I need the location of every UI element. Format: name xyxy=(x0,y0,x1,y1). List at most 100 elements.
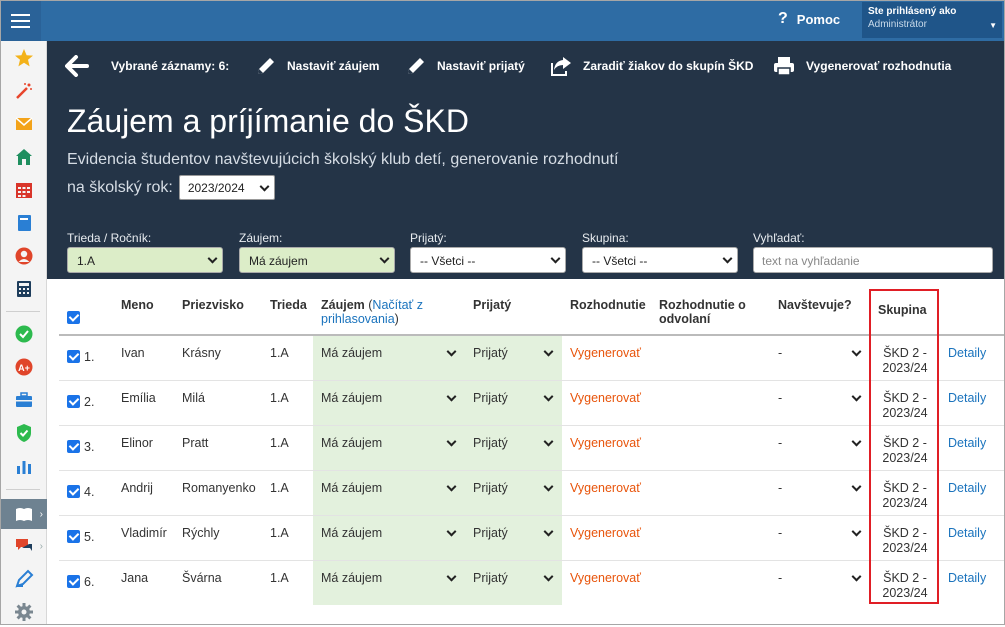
accepted-select[interactable]: Prijatý xyxy=(473,481,554,495)
attends-select[interactable]: - xyxy=(778,481,862,495)
chat-icon[interactable]: › xyxy=(0,531,47,561)
col-group[interactable]: Skupina xyxy=(870,288,940,335)
chevron-down-icon xyxy=(851,481,862,492)
gear-icon[interactable] xyxy=(0,597,47,627)
detail-link[interactable]: Detaily xyxy=(948,481,986,495)
chevron-down-icon xyxy=(446,526,457,537)
school-year-select[interactable]: 2023/2024 xyxy=(178,175,275,200)
row-checkbox[interactable] xyxy=(67,484,80,498)
interest-select[interactable]: Má záujem xyxy=(321,571,457,585)
interest-select[interactable]: Má záujem xyxy=(321,391,457,405)
calendar-icon[interactable] xyxy=(0,175,47,205)
accepted-select[interactable]: Prijatý xyxy=(473,571,554,585)
col-surname[interactable]: Priezvisko xyxy=(174,288,262,335)
detail-link[interactable]: Detaily xyxy=(948,526,986,540)
chevron-down-icon xyxy=(851,571,862,582)
chevron-down-icon xyxy=(543,346,554,357)
class-filter-value: 1.A xyxy=(77,254,96,268)
interest-select[interactable]: Má záujem xyxy=(321,346,457,360)
check-circle-icon[interactable] xyxy=(0,319,47,349)
generate-decision-link[interactable]: Vygenerovať xyxy=(570,391,641,405)
generate-decision-link[interactable]: Vygenerovať xyxy=(570,346,641,360)
interest-filter-select[interactable]: Má záujem xyxy=(239,247,395,273)
generate-decision-link[interactable]: Vygenerovať xyxy=(570,481,641,495)
generate-decision-link[interactable]: Vygenerovať xyxy=(570,526,641,540)
shield-check-icon[interactable] xyxy=(0,418,47,448)
col-class[interactable]: Trieda xyxy=(262,288,313,335)
generate-decision-link[interactable]: Vygenerovať xyxy=(570,571,641,585)
assign-groups-label: Zaradiť žiakov do skupín ŠKD xyxy=(583,59,754,73)
detail-link[interactable]: Detaily xyxy=(948,436,986,450)
col-accepted[interactable]: Prijatý xyxy=(465,288,562,335)
cell-detail: Detaily xyxy=(940,379,1005,425)
cell-interest: Má záujem xyxy=(313,424,465,470)
attends-value: - xyxy=(778,525,783,540)
selected-count: Vybrané záznamy: 6: xyxy=(111,52,229,80)
selected-count-label: Vybrané záznamy: 6: xyxy=(111,59,230,73)
generate-decisions-button[interactable]: Vygenerovať rozhodnutia xyxy=(772,52,951,80)
interest-select[interactable]: Má záujem xyxy=(321,526,457,540)
interest-value: Má záujem xyxy=(321,570,383,585)
col-appeal[interactable]: Rozhodnutie o odvolaní xyxy=(651,288,770,335)
attends-select[interactable]: - xyxy=(778,436,862,450)
user-menu[interactable]: Ste prihlásený ako Administrátor ▼ xyxy=(862,2,1002,38)
col-decision[interactable]: Rozhodnutie xyxy=(562,288,651,335)
back-button[interactable] xyxy=(65,52,89,80)
attends-select[interactable]: - xyxy=(778,346,862,360)
row-checkbox[interactable] xyxy=(67,439,80,453)
envelope-icon[interactable] xyxy=(0,109,47,139)
help-button[interactable]: ? Pomoc xyxy=(778,10,840,28)
accepted-select[interactable]: Prijatý xyxy=(473,526,554,540)
row-checkbox[interactable] xyxy=(67,529,80,543)
attends-select[interactable]: - xyxy=(778,391,862,405)
cell-class: 1.A xyxy=(262,514,313,560)
cell-class: 1.A xyxy=(262,469,313,515)
set-interest-button[interactable]: Nastaviť záujem xyxy=(255,52,379,80)
grade-icon[interactable]: A+ xyxy=(0,352,47,382)
detail-link[interactable]: Detaily xyxy=(948,391,986,405)
book-open-icon[interactable]: › xyxy=(0,499,47,529)
bar-chart-icon[interactable] xyxy=(0,451,47,481)
pen-icon[interactable] xyxy=(0,564,47,594)
accepted-filter-value: -- Všetci -- xyxy=(420,254,476,268)
select-all-checkbox[interactable] xyxy=(67,311,80,324)
chevron-down-icon xyxy=(851,436,862,447)
generate-decision-link[interactable]: Vygenerovať xyxy=(570,436,641,450)
user-icon[interactable] xyxy=(0,241,47,271)
cell-accepted: Prijatý xyxy=(465,559,562,605)
accepted-select[interactable]: Prijatý xyxy=(473,346,554,360)
interest-filter-value: Má záujem xyxy=(249,254,308,268)
interest-select[interactable]: Má záujem xyxy=(321,481,457,495)
star-icon[interactable] xyxy=(0,43,47,73)
detail-link[interactable]: Detaily xyxy=(948,571,986,585)
accepted-value: Prijatý xyxy=(473,480,508,495)
row-select-cell: 2. xyxy=(59,379,113,425)
chevron-down-icon xyxy=(446,481,457,492)
calculator-icon[interactable] xyxy=(0,274,47,304)
search-input[interactable]: text na vyhľadanie xyxy=(753,247,993,273)
col-attends[interactable]: Navštevuje? xyxy=(770,288,870,335)
assign-groups-button[interactable]: Zaradiť žiakov do skupín ŠKD xyxy=(549,52,753,80)
group-filter-select[interactable]: -- Všetci -- xyxy=(582,247,738,273)
attends-select[interactable]: - xyxy=(778,526,862,540)
school-year-value: 2023/2024 xyxy=(187,181,245,195)
menu-hamburger-icon[interactable] xyxy=(0,0,41,41)
briefcase-icon[interactable] xyxy=(0,385,47,415)
magic-wand-icon[interactable] xyxy=(0,76,47,106)
set-accepted-button[interactable]: Nastaviť prijatý xyxy=(405,52,525,80)
col-interest-label[interactable]: Záujem xyxy=(321,298,365,312)
notebook-icon[interactable] xyxy=(0,208,47,238)
row-checkbox[interactable] xyxy=(67,350,80,363)
accepted-filter-select[interactable]: -- Všetci -- xyxy=(410,247,566,273)
row-checkbox[interactable] xyxy=(67,574,80,588)
printer-icon xyxy=(774,57,794,76)
col-name[interactable]: Meno xyxy=(113,288,174,335)
interest-select[interactable]: Má záujem xyxy=(321,436,457,450)
home-icon[interactable] xyxy=(0,142,47,172)
row-checkbox[interactable] xyxy=(67,394,80,408)
class-filter-select[interactable]: 1.A xyxy=(67,247,223,273)
detail-link[interactable]: Detaily xyxy=(948,346,986,360)
accepted-select[interactable]: Prijatý xyxy=(473,391,554,405)
attends-select[interactable]: - xyxy=(778,571,862,585)
accepted-select[interactable]: Prijatý xyxy=(473,436,554,450)
